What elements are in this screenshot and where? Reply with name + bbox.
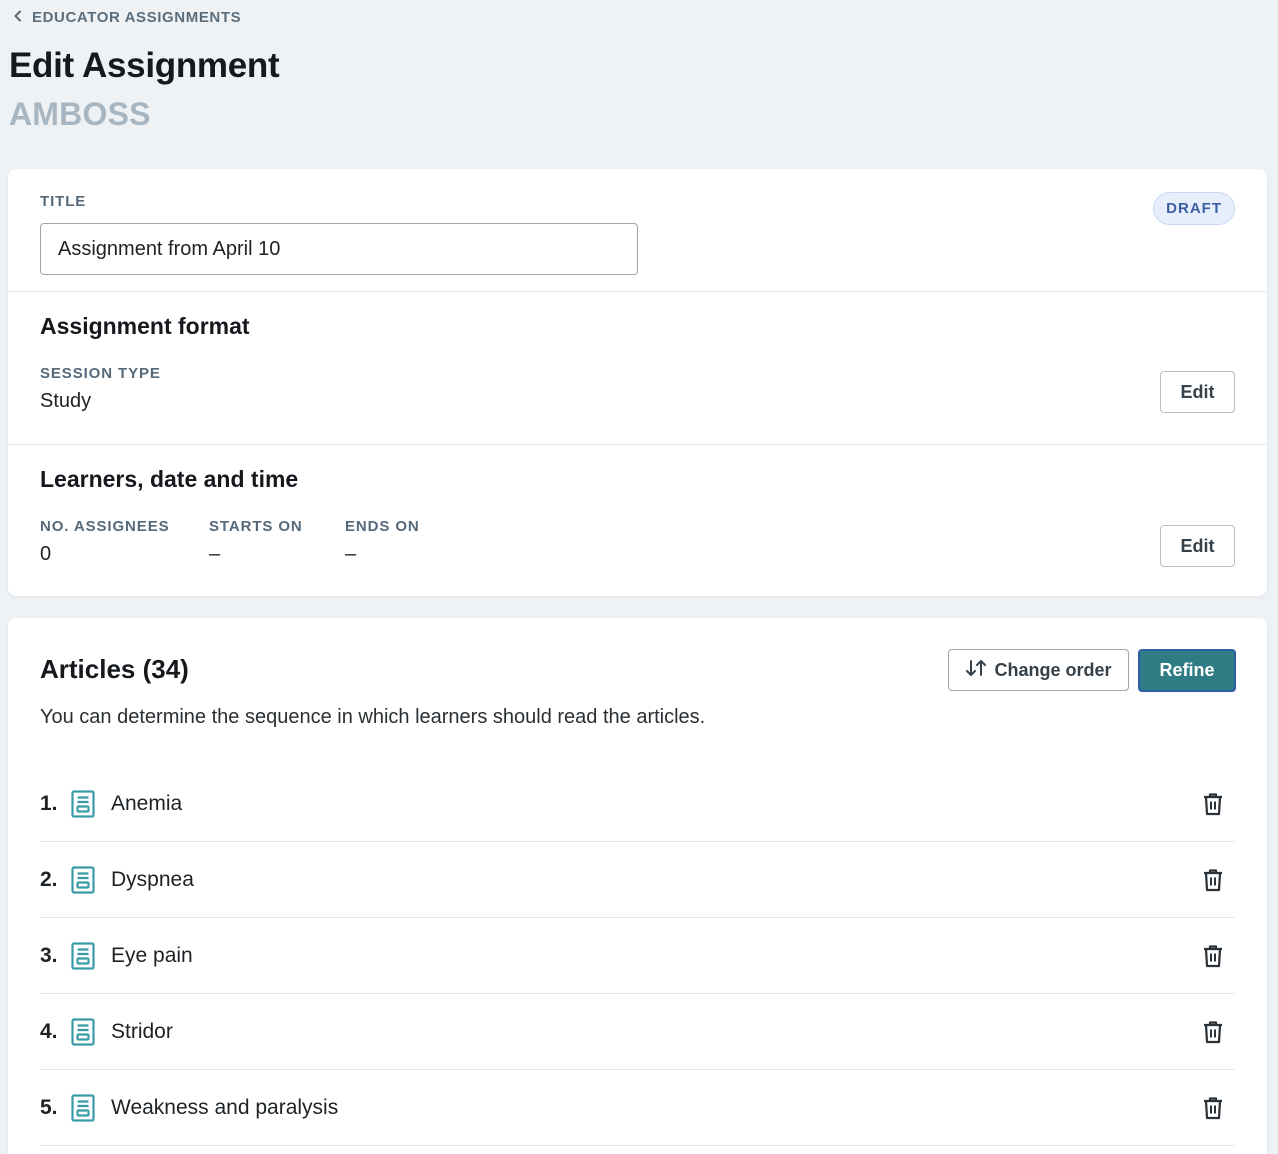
list-item: 5. Weakness and paralysis <box>40 1070 1235 1146</box>
list-item: 4. Stridor <box>40 994 1235 1070</box>
trash-icon[interactable] <box>1197 940 1229 972</box>
session-type-label: SESSION TYPE <box>40 365 161 382</box>
chevron-left-icon <box>12 9 24 26</box>
sort-arrows-icon <box>965 659 987 682</box>
starts-on-field: STARTS ON – <box>209 518 303 566</box>
assignment-details-card: TITLE DRAFT Assignment format SESSION TY… <box>8 169 1267 596</box>
trash-icon[interactable] <box>1197 864 1229 896</box>
articles-card: Articles (34) You can determine the sequ… <box>8 618 1267 1154</box>
assignees-field: NO. ASSIGNEES 0 <box>40 518 170 566</box>
article-number: 1. <box>40 791 58 815</box>
article-title[interactable]: Anemia <box>111 792 1197 816</box>
article-list: 1. Anemia 2. Dyspnea 3. Eye pain 4. Stri… <box>40 766 1235 1146</box>
ends-on-field: ENDS ON – <box>345 518 420 566</box>
assignment-format-section: Assignment format SESSION TYPE Study Edi… <box>8 292 1267 444</box>
ends-on-label: ENDS ON <box>345 518 420 535</box>
article-document-icon <box>70 1017 96 1046</box>
breadcrumb-label: EDUCATOR ASSIGNMENTS <box>32 9 242 26</box>
assignees-label: NO. ASSIGNEES <box>40 518 170 535</box>
title-label: TITLE <box>40 193 87 210</box>
list-item: 2. Dyspnea <box>40 842 1235 918</box>
article-title[interactable]: Stridor <box>111 1020 1197 1044</box>
breadcrumb[interactable]: EDUCATOR ASSIGNMENTS <box>12 9 241 26</box>
edit-format-button[interactable]: Edit <box>1160 371 1235 413</box>
title-input[interactable] <box>40 223 638 275</box>
trash-icon[interactable] <box>1197 1016 1229 1048</box>
session-type-field: SESSION TYPE Study <box>40 365 161 413</box>
assignment-format-heading: Assignment format <box>40 313 250 339</box>
refine-button[interactable]: Refine <box>1138 649 1236 692</box>
edit-learners-button[interactable]: Edit <box>1160 525 1235 567</box>
article-number: 3. <box>40 943 58 967</box>
article-number: 4. <box>40 1019 58 1043</box>
page-subtitle: AMBOSS <box>9 96 151 132</box>
ends-on-value: – <box>345 543 357 565</box>
list-item: 1. Anemia <box>40 766 1235 842</box>
article-number: 5. <box>40 1095 58 1119</box>
article-document-icon <box>70 789 96 818</box>
learners-heading: Learners, date and time <box>40 466 299 492</box>
article-document-icon <box>70 865 96 894</box>
status-badge: DRAFT <box>1153 192 1235 225</box>
list-item: 3. Eye pain <box>40 918 1235 994</box>
articles-description: You can determine the sequence in which … <box>40 706 706 728</box>
title-section: TITLE DRAFT <box>8 169 1267 291</box>
article-document-icon <box>70 1093 96 1122</box>
article-document-icon <box>70 941 96 970</box>
starts-on-label: STARTS ON <box>209 518 303 535</box>
page-title: Edit Assignment <box>9 46 280 85</box>
article-title[interactable]: Eye pain <box>111 944 1197 968</box>
session-type-value: Study <box>40 390 92 412</box>
article-title[interactable]: Dyspnea <box>111 868 1197 892</box>
starts-on-value: – <box>209 543 221 565</box>
articles-heading: Articles (34) <box>40 654 189 684</box>
learners-section: Learners, date and time NO. ASSIGNEES 0 … <box>8 445 1267 596</box>
change-order-label: Change order <box>994 659 1112 680</box>
trash-icon[interactable] <box>1197 788 1229 820</box>
article-title[interactable]: Weakness and paralysis <box>111 1096 1197 1120</box>
trash-icon[interactable] <box>1197 1092 1229 1124</box>
change-order-button[interactable]: Change order <box>948 649 1129 691</box>
article-number: 2. <box>40 867 58 891</box>
edit-assignment-page: EDUCATOR ASSIGNMENTS Edit Assignment AMB… <box>0 0 1278 1154</box>
assignees-value: 0 <box>40 543 52 565</box>
